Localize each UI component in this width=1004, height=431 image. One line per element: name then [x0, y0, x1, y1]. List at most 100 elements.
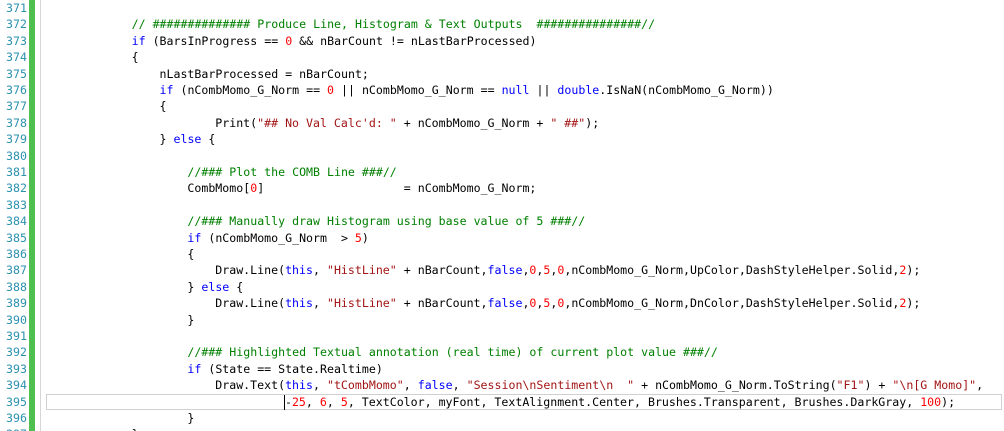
code-text[interactable]: } [187, 410, 194, 426]
code-line[interactable]: 389 Draw.Line(this, "HistLine" + nBarCoun… [0, 295, 1004, 311]
code-text[interactable]: if (State == State.Realtime) [187, 361, 382, 377]
code-line[interactable]: 383 [0, 197, 1004, 213]
code-token: Print( [215, 115, 258, 130]
code-text[interactable]: //### Highlighted Textual annotation (re… [187, 344, 717, 360]
code-token: { [131, 50, 139, 65]
code-line[interactable]: 397} [0, 426, 1004, 431]
line-number: 396 [6, 411, 27, 425]
code-text[interactable]: } [132, 426, 139, 431]
code-token: //### Manually draw Histogram using base… [187, 214, 586, 229]
code-token: { [201, 132, 216, 147]
line-number: 385 [6, 230, 27, 245]
code-text[interactable]: // ############## Produce Line, Histogra… [132, 16, 656, 32]
code-line[interactable]: 380 [0, 148, 1004, 164]
code-text[interactable]: if (nCombMomo_G_Norm > 5) [187, 230, 369, 246]
code-line[interactable]: 391 [0, 328, 1004, 344]
code-line[interactable]: 377 { [0, 98, 1004, 114]
code-token: Draw.Line( [215, 296, 286, 311]
code-text[interactable]: { [160, 98, 167, 114]
code-token: ,nCombMomo_G_Norm,UpColor,DashStyleHelpe… [564, 263, 900, 278]
code-text[interactable]: Print("## No Val Calc'd: " + nCombMomo_G… [215, 115, 599, 131]
code-token: Draw.Line( [215, 263, 286, 278]
code-line[interactable]: 390} [0, 312, 1004, 328]
code-text[interactable]: Draw.Line(this, "HistLine" + nBarCount,f… [215, 295, 920, 311]
code-text[interactable]: } else { [187, 279, 243, 295]
code-token: "tCombMomo" [326, 378, 404, 393]
code-text[interactable]: //### Plot the COMB Line ###// [187, 164, 396, 180]
code-text[interactable]: } else { [160, 131, 216, 147]
code-line[interactable]: 376 if (nCombMomo_G_Norm == 0 || nCombMom… [0, 82, 1004, 98]
code-token: ] = nCombMomo_G_Norm; [257, 181, 537, 196]
code-text[interactable]: } [187, 312, 194, 328]
code-token: || nCombMomo_G_Norm == [334, 83, 502, 97]
code-text[interactable]: { [187, 246, 194, 262]
code-token: this [285, 296, 313, 311]
code-token: ); [585, 115, 600, 130]
code-line[interactable]: 392 //### Highlighted Textual annotation … [0, 344, 1004, 360]
code-token: , [313, 378, 327, 393]
code-token: } [187, 411, 195, 425]
code-text[interactable]: //### Manually draw Histogram using base… [187, 213, 585, 229]
code-line[interactable]: 386 { [0, 246, 1004, 262]
code-token: 25 [291, 394, 306, 409]
code-text[interactable]: { [132, 49, 139, 65]
code-editor[interactable]: 371 372 // ############## Produce Line, Hi… [0, 0, 1004, 431]
code-text[interactable]: if (nCombMomo_G_Norm == 0 || nCombMomo_G… [160, 82, 774, 98]
code-token: - [284, 394, 292, 409]
code-token: 6 [319, 394, 327, 409]
code-token: } [187, 312, 195, 327]
code-token: + nBarCount, [396, 296, 488, 311]
code-token: || [529, 83, 558, 97]
code-token: "HistLine" [326, 263, 397, 278]
code-line[interactable]: 378 Print("## No Val Calc'd: " + nCombMom… [0, 115, 1004, 131]
line-number: 395 [6, 394, 27, 409]
code-line[interactable]: 372 // ############## Produce Line, Histo… [0, 16, 1004, 32]
code-token: //### Plot the COMB Line ###// [187, 165, 397, 179]
code-line[interactable]: 385 if (nCombMomo_G_Norm > 5) [0, 230, 1004, 246]
code-text[interactable]: Draw.Line(this, "HistLine" + nBarCount,f… [215, 262, 920, 278]
code-token: false [417, 378, 453, 393]
code-token: false [487, 263, 523, 278]
code-line[interactable]: 384 //### Manually draw Histogram using b… [0, 213, 1004, 229]
code-line[interactable]: 388} else { [0, 279, 1004, 295]
code-line[interactable]: 395 -25, 6, 5, TextColor, myFont, TextAli… [0, 394, 1004, 410]
code-line[interactable]: 396} [0, 410, 1004, 426]
code-text[interactable]: -25, 6, 5, TextColor, myFont, TextAlignm… [285, 394, 955, 410]
code-line[interactable]: 394 Draw.Text(this, "tCombMomo", false, "… [0, 377, 1004, 393]
code-line[interactable]: 374 { [0, 49, 1004, 65]
code-text[interactable]: Draw.Text(this, "tCombMomo", false, "Ses… [215, 377, 983, 393]
code-line[interactable]: 381 //### Plot the COMB Line ###// [0, 164, 1004, 180]
line-number: 386 [6, 247, 27, 261]
code-line[interactable]: 393 if (State == State.Realtime) [0, 361, 1004, 377]
code-token: { [187, 247, 195, 261]
code-line[interactable]: 373 if (BarsInProgress == 0 && nBarCount … [0, 33, 1004, 49]
code-token: if [159, 83, 174, 97]
code-token: if [187, 230, 202, 245]
line-number: 374 [6, 50, 27, 65]
line-number: 384 [6, 214, 27, 229]
code-token: double [557, 83, 600, 97]
code-token: (nCombMomo_G_Norm > [201, 230, 355, 245]
code-token: , TextColor, myFont, TextAlignment.Cente… [347, 394, 921, 409]
code-text[interactable]: CombMomo[0] = nCombMomo_G_Norm; [187, 180, 536, 196]
code-token: (BarsInProgress == [145, 33, 286, 48]
code-token: " ##" [550, 115, 586, 130]
code-token: if [187, 361, 202, 376]
line-number: 373 [6, 33, 27, 48]
code-line[interactable]: 379} else { [0, 131, 1004, 147]
code-text[interactable]: if (BarsInProgress == 0 && nBarCount != … [132, 33, 537, 49]
code-line[interactable]: 387 Draw.Line(this, "HistLine" + nBarCoun… [0, 262, 1004, 278]
code-line[interactable]: 375 nLastBarProcessed = nBarCount; [0, 66, 1004, 82]
code-token: 5 [354, 230, 362, 245]
line-number: 390 [6, 312, 27, 327]
line-number: 371 [6, 1, 27, 15]
line-number: 394 [6, 378, 27, 393]
code-line[interactable]: 371 [0, 0, 1004, 16]
code-token: ) [361, 230, 369, 245]
code-text[interactable]: nLastBarProcessed = nBarCount; [160, 66, 369, 82]
code-token: null [501, 83, 530, 97]
code-token: ,nCombMomo_G_Norm,DnColor,DashStyleHelpe… [564, 296, 900, 311]
code-token: ) + [864, 378, 893, 393]
line-number: 389 [6, 296, 27, 311]
code-line[interactable]: 382 CombMomo[0] = nCombMomo_G_Norm; [0, 180, 1004, 196]
